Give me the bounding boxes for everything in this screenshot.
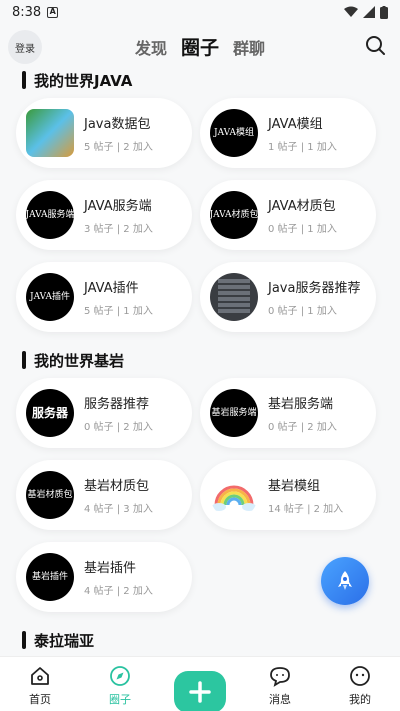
- circle-avatar: 基岩材质包: [26, 471, 74, 519]
- battery-icon: [380, 5, 388, 19]
- circle-stats: 14 帖子 | 2 加入: [268, 504, 344, 515]
- circle-card[interactable]: 基岩服务端 基岩服务端 0 帖子 | 2 加入: [200, 378, 376, 448]
- section-title: 我的世界JAVA: [22, 68, 400, 92]
- circle-avatar: JAVA模组: [210, 109, 258, 157]
- add-post-button[interactable]: [174, 671, 226, 711]
- compass-icon: [110, 666, 130, 686]
- nav-add[interactable]: [170, 657, 230, 711]
- rainbow-avatar: [210, 471, 258, 519]
- nav-circles[interactable]: 圈子: [90, 657, 150, 707]
- circle-stats: 1 帖子 | 1 加入: [268, 142, 337, 153]
- section-minecraft-java: 我的世界JAVA Java数据包 5 帖子 | 2 加入 JAVA模组 JAVA…: [0, 68, 400, 332]
- circle-avatar: 服务器: [26, 389, 74, 437]
- nav-messages[interactable]: 消息: [250, 657, 310, 707]
- circle-stats: 0 帖子 | 1 加入: [268, 306, 337, 317]
- nav-home[interactable]: 首页: [10, 657, 70, 707]
- circle-stats: 5 帖子 | 1 加入: [84, 306, 153, 317]
- section-marker: [22, 631, 26, 649]
- circle-stats: 0 帖子 | 1 加入: [268, 224, 337, 235]
- circle-card[interactable]: 基岩材质包 基岩材质包 4 帖子 | 3 加入: [16, 460, 192, 530]
- circle-stats: 0 帖子 | 2 加入: [84, 422, 153, 433]
- section-title: 我的世界基岩: [22, 348, 400, 372]
- home-icon: [31, 667, 49, 685]
- circle-stats: 3 帖子 | 2 加入: [84, 224, 153, 235]
- message-icon: [270, 667, 290, 687]
- circle-avatar: JAVA插件: [26, 273, 74, 321]
- circle-avatar: JAVA材质包: [210, 191, 258, 239]
- circle-avatar: 基岩插件: [26, 553, 74, 601]
- section-marker: [22, 71, 26, 89]
- circle-card[interactable]: 服务器 服务器推荐 0 帖子 | 2 加入: [16, 378, 192, 448]
- circle-name: 服务器推荐: [84, 397, 150, 412]
- server-rack-avatar: [210, 273, 258, 321]
- bottom-nav: 首页 圈子 消息 我的: [0, 656, 400, 711]
- profile-icon: [350, 666, 370, 686]
- top-header: 登录 发现 圈子 群聊: [0, 24, 400, 68]
- circle-card[interactable]: JAVA插件 JAVA插件 5 帖子 | 1 加入: [16, 262, 192, 332]
- status-time: 8:38: [12, 4, 42, 20]
- circle-name: JAVA服务端: [84, 199, 152, 214]
- circle-stats: 4 帖子 | 2 加入: [84, 586, 153, 597]
- circle-card[interactable]: Java服务器推荐 0 帖子 | 1 加入: [200, 262, 376, 332]
- rocket-fab-button[interactable]: [321, 557, 369, 605]
- nav-profile[interactable]: 我的: [330, 657, 390, 707]
- circle-card[interactable]: JAVA模组 JAVA模组 1 帖子 | 1 加入: [200, 98, 376, 168]
- minecraft-block-avatar: [26, 109, 74, 157]
- circle-name: 基岩插件: [84, 561, 137, 576]
- rocket-icon: [338, 571, 352, 590]
- circle-stats: 5 帖子 | 2 加入: [84, 142, 153, 153]
- circle-name: Java服务器推荐: [268, 281, 361, 296]
- circle-name: JAVA插件: [84, 281, 139, 296]
- circle-name: JAVA模组: [268, 117, 323, 132]
- circle-name: 基岩服务端: [268, 397, 334, 412]
- circle-card[interactable]: Java数据包 5 帖子 | 2 加入: [16, 98, 192, 168]
- circle-name: JAVA材质包: [268, 199, 336, 214]
- tab-group-chat[interactable]: 群聊: [233, 35, 265, 59]
- tab-discover[interactable]: 发现: [135, 35, 167, 59]
- circle-avatar: 基岩服务端: [210, 389, 258, 437]
- circle-avatar: JAVA服务端: [26, 191, 74, 239]
- login-button[interactable]: 登录: [8, 30, 42, 64]
- circle-name: Java数据包: [84, 117, 151, 132]
- status-bar: 8:38 A: [0, 0, 400, 24]
- circle-name: 基岩材质包: [84, 479, 150, 494]
- section-title: 泰拉瑞亚: [22, 628, 400, 652]
- circle-card[interactable]: 基岩插件 基岩插件 4 帖子 | 2 加入: [16, 542, 192, 612]
- section-terraria: 泰拉瑞亚: [0, 628, 400, 652]
- circle-card[interactable]: JAVA材质包 JAVA材质包 0 帖子 | 1 加入: [200, 180, 376, 250]
- notification-a-icon: A: [47, 6, 59, 18]
- circle-name: 基岩模组: [268, 479, 321, 494]
- tab-circles[interactable]: 圈子: [181, 33, 219, 60]
- top-tabs: 发现 圈子 群聊: [135, 33, 265, 60]
- plus-icon: [189, 681, 211, 703]
- circle-card[interactable]: 基岩模组 14 帖子 | 2 加入: [200, 460, 376, 530]
- circle-stats: 0 帖子 | 2 加入: [268, 422, 337, 433]
- signal-icon: [363, 6, 375, 18]
- section-marker: [22, 351, 26, 369]
- circle-stats: 4 帖子 | 3 加入: [84, 504, 153, 515]
- circle-card[interactable]: JAVA服务端 JAVA服务端 3 帖子 | 2 加入: [16, 180, 192, 250]
- wifi-icon: [344, 6, 358, 17]
- search-icon[interactable]: [364, 34, 386, 56]
